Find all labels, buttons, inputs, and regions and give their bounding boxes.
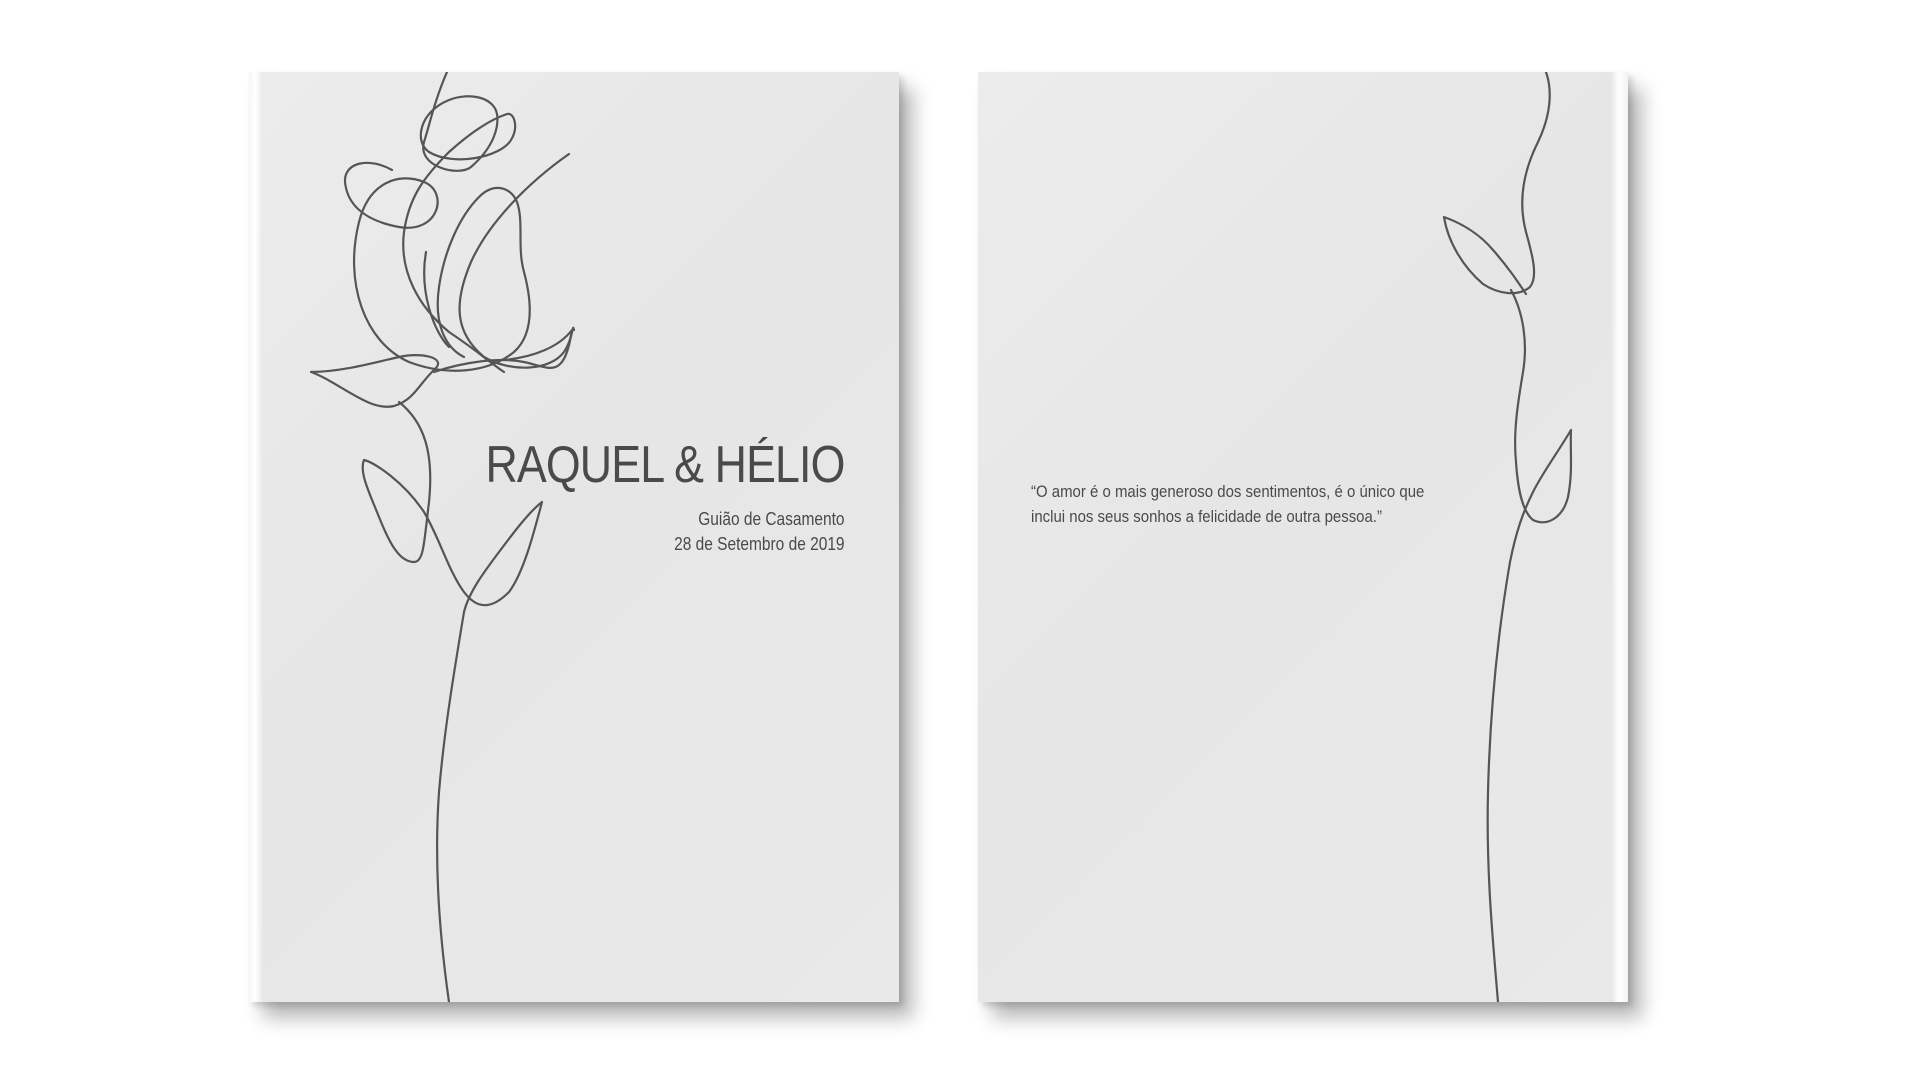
- title-block: RAQUEL & HÉLIO Guião de Casamento 28 de …: [427, 436, 846, 557]
- cover-subtitle: Guião de Casamento: [698, 509, 845, 529]
- quote-line-2: inclui nos seus sonhos a felicidade de o…: [1031, 507, 1382, 526]
- cover-title: RAQUEL & HÉLIO: [485, 436, 846, 494]
- quote: “O amor é o mais generoso dos sentimento…: [1031, 479, 1425, 529]
- front-cover: RAQUEL & HÉLIO Guião de Casamento 28 de …: [249, 72, 899, 1002]
- stem-line-art-icon: [1442, 72, 1573, 1002]
- cover-date: 28 de Setembro de 2019: [674, 534, 845, 554]
- back-cover: “O amor é o mais generoso dos sentimento…: [978, 72, 1628, 1002]
- quote-line-1: “O amor é o mais generoso dos sentimento…: [1031, 482, 1425, 501]
- mockup-scene: RAQUEL & HÉLIO Guião de Casamento 28 de …: [0, 0, 1920, 1080]
